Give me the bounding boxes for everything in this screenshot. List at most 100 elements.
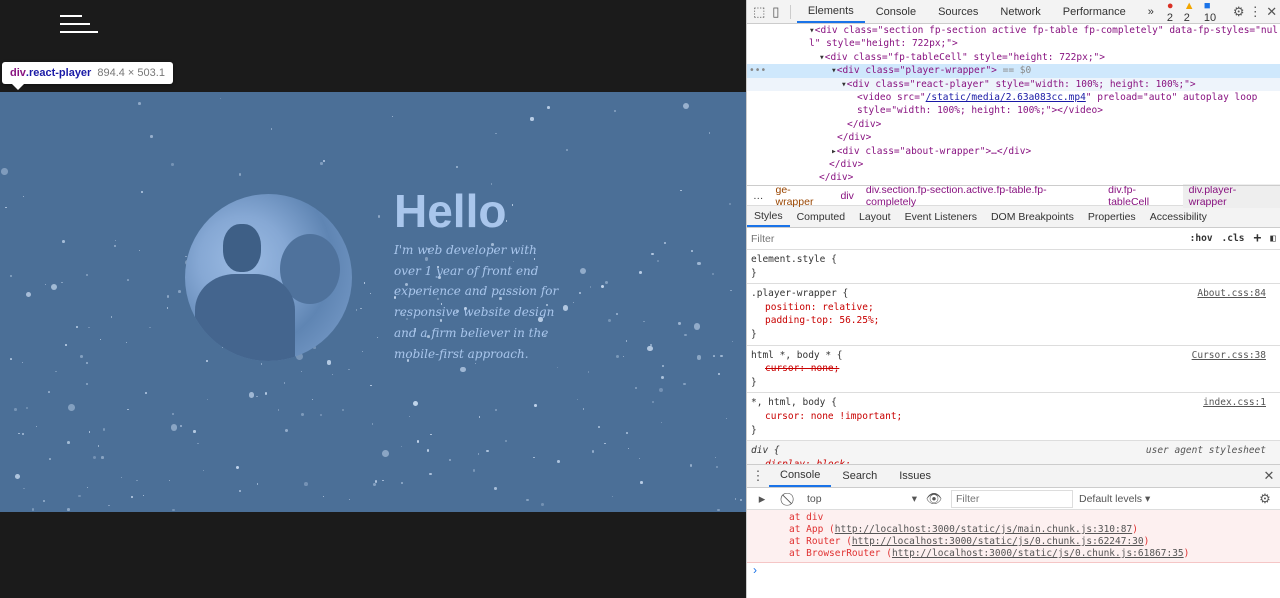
stack-url-link[interactable]: http://localhost:3000/static/js/0.chunk.… <box>852 536 1144 547</box>
particle <box>149 327 151 329</box>
breadcrumb-item[interactable]: div <box>834 190 859 202</box>
particle <box>265 392 268 395</box>
particle <box>604 442 606 445</box>
particle <box>639 271 643 274</box>
tab-sources[interactable]: Sources <box>927 0 989 23</box>
dom-node-about-wrapper[interactable]: ▸<div class="about-wrapper">…</div> <box>747 145 1280 158</box>
style-property[interactable]: cursor: none !important; <box>765 410 1266 424</box>
clear-console-icon[interactable]: ⃠ <box>779 491 801 507</box>
particle <box>239 490 242 493</box>
breadcrumb-item[interactable]: div.section.fp-section.active.fp-table.f… <box>860 184 1102 208</box>
drawer-tab-console[interactable]: Console <box>769 465 832 487</box>
device-toolbar-icon[interactable]: ▯ <box>768 4 785 20</box>
hamburger-menu-icon[interactable] <box>60 15 98 37</box>
particle <box>48 391 50 394</box>
console-settings-icon[interactable]: ⚙ <box>1254 491 1276 507</box>
dom-node-tablecell[interactable]: ▾<div class="fp-tableCell" style="height… <box>747 51 1280 64</box>
tab-styles[interactable]: Styles <box>747 206 790 227</box>
particle <box>86 361 89 364</box>
tab-elements[interactable]: Elements <box>796 0 865 23</box>
drawer-tab-search[interactable]: Search <box>831 465 888 487</box>
particle <box>326 360 332 365</box>
particle <box>51 283 58 291</box>
rule-selector: *, html, body { <box>751 397 837 409</box>
more-tabs-button[interactable]: » <box>1137 0 1165 23</box>
error-count[interactable]: ● 2 <box>1167 0 1179 24</box>
particle <box>99 339 102 341</box>
particle <box>533 456 535 459</box>
dom-node-section[interactable]: ▾<div class="section fp-section active f… <box>747 24 1280 37</box>
video-src-link[interactable]: /static/media/2.63a083cc.mp4 <box>926 92 1086 103</box>
breadcrumb-item[interactable]: div.fp-tableCell <box>1102 184 1182 208</box>
close-drawer-icon[interactable]: ✕ <box>1258 468 1280 484</box>
tab-event-listeners[interactable]: Event Listeners <box>898 206 984 227</box>
hov-toggle[interactable]: :hov <box>1190 233 1213 244</box>
stack-url-link[interactable]: http://localhost:3000/static/js/0.chunk.… <box>892 548 1184 559</box>
style-property[interactable]: display: block; <box>765 458 1266 464</box>
message-count[interactable]: ■ 10 <box>1204 0 1221 24</box>
particle <box>691 249 694 252</box>
rule-source-link[interactable]: user agent stylesheet <box>1146 444 1266 458</box>
close-icon[interactable]: ✕ <box>1263 4 1280 20</box>
log-levels-select[interactable]: Default levels ▾ <box>1079 493 1150 505</box>
particle <box>541 503 544 506</box>
style-property[interactable]: cursor: none; <box>765 362 1266 376</box>
particle <box>576 398 579 401</box>
console-filter-input[interactable] <box>951 489 1073 508</box>
console-prompt[interactable]: › <box>747 563 1280 577</box>
stack-url-link[interactable]: http://localhost:3000/static/js/main.chu… <box>835 524 1132 535</box>
cls-toggle[interactable]: .cls <box>1222 233 1245 244</box>
tab-console[interactable]: Console <box>865 0 927 23</box>
kebab-menu-icon[interactable]: ⋮ <box>1247 4 1264 20</box>
breadcrumb-item[interactable]: div.player-wrapper <box>1182 183 1280 208</box>
particle <box>10 274 13 278</box>
warning-count[interactable]: ▲ 2 <box>1184 0 1199 24</box>
tab-performance[interactable]: Performance <box>1052 0 1137 23</box>
dom-node-react-player[interactable]: ▾<div class="react-player" style="width:… <box>747 77 1280 91</box>
particle <box>591 450 595 453</box>
particle <box>604 280 608 285</box>
live-expression-eye-icon[interactable]: 👁 <box>923 491 945 507</box>
particle <box>557 460 560 464</box>
particle <box>460 366 466 373</box>
rule-source-link[interactable]: Cursor.css:38 <box>1192 349 1266 363</box>
particle <box>168 479 171 482</box>
particle <box>556 366 558 368</box>
tooltip-class: .react-player <box>25 67 92 79</box>
tab-accessibility[interactable]: Accessibility <box>1143 206 1214 227</box>
style-property[interactable]: position: relative; <box>765 301 1266 315</box>
particle <box>89 431 91 433</box>
rule-source-link[interactable]: About.css:84 <box>1197 287 1266 301</box>
show-sidebar-icon[interactable]: ▸ <box>751 491 773 507</box>
tab-layout[interactable]: Layout <box>852 206 898 227</box>
rule-source-link[interactable]: index.css:1 <box>1203 396 1266 410</box>
particle <box>661 422 663 424</box>
drawer-tab-issues[interactable]: Issues <box>888 465 942 487</box>
particle <box>144 391 148 394</box>
styles-filter-input[interactable] <box>751 232 1181 245</box>
tab-properties[interactable]: Properties <box>1081 206 1143 227</box>
particle <box>21 432 24 435</box>
context-select[interactable]: top ▾ <box>807 493 917 505</box>
breadcrumb-item[interactable]: ge-wrapper <box>770 184 835 208</box>
tab-computed[interactable]: Computed <box>790 206 852 227</box>
dom-node-video-cont: style="width: 100%; height: 100%;"></vid… <box>857 105 1103 117</box>
sidebar-toggle-icon[interactable]: ◧ <box>1270 233 1276 244</box>
particle <box>66 508 70 511</box>
inspect-element-icon[interactable]: ⬚ <box>751 4 768 20</box>
drawer-menu-icon[interactable]: ⋮ <box>747 468 769 484</box>
particle <box>381 450 389 458</box>
dom-node-video[interactable]: <video src="/static/media/2.63a083cc.mp4… <box>747 91 1280 104</box>
tab-dom-breakpoints[interactable]: DOM Breakpoints <box>984 206 1081 227</box>
style-property[interactable]: padding-top: 56.25%; <box>765 314 1266 328</box>
particle <box>725 418 727 420</box>
particle <box>303 482 308 487</box>
new-rule-icon[interactable]: + <box>1253 231 1261 246</box>
particle <box>708 132 711 134</box>
particle <box>101 456 105 459</box>
dom-node-player-wrapper[interactable]: ••• ▾<div class="player-wrapper"> == $0 <box>747 64 1280 78</box>
particle <box>348 368 351 371</box>
settings-gear-icon[interactable]: ⚙ <box>1230 4 1247 20</box>
tab-network[interactable]: Network <box>989 0 1051 23</box>
react-player-video[interactable]: Hello I'm web developer with over 1 year… <box>0 92 746 512</box>
